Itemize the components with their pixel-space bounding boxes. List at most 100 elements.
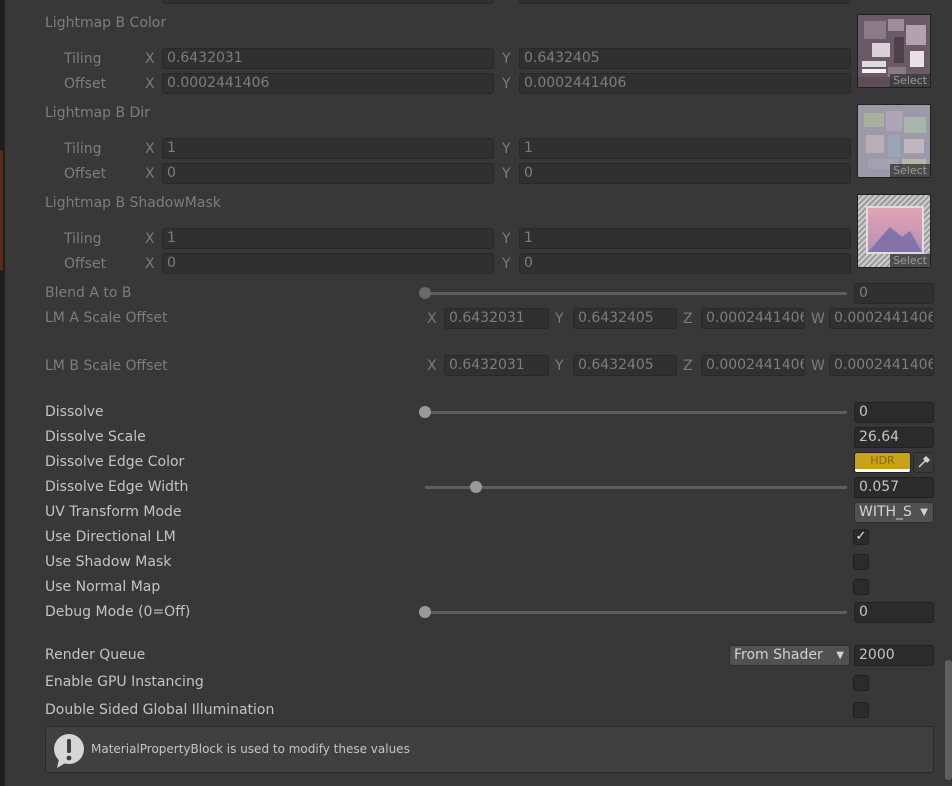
material-inspector: Lightmap B Color Tiling X 0.6432031 Y 0.… bbox=[5, 0, 952, 786]
lightmap-b-shadowmask-tiling-y[interactable]: 1 bbox=[519, 228, 851, 249]
help-text: MaterialPropertyBlock is used to modify … bbox=[91, 742, 410, 756]
lightmap-b-color-header: Lightmap B Color bbox=[45, 15, 167, 31]
lightmap-b-color-texture-slot[interactable]: Select bbox=[857, 14, 931, 88]
lightmap-b-color-offset-x[interactable]: 0.0002441406 bbox=[162, 73, 494, 94]
chevron-down-icon: ▼ bbox=[836, 650, 844, 661]
lightmap-b-shadowmask-texture-slot[interactable]: Select bbox=[857, 194, 931, 268]
lightmap-b-color-tiling-x[interactable]: 0.6432031 bbox=[162, 48, 494, 69]
axis-y-label: Y bbox=[502, 51, 511, 67]
lm-a-z-field[interactable]: 0.0002441406 bbox=[701, 308, 805, 329]
axis-z-label: Z bbox=[683, 358, 693, 374]
lm-b-y-field[interactable]: 0.6432405 bbox=[573, 355, 677, 376]
use-directional-lm-checkbox[interactable]: ✓ bbox=[853, 529, 869, 545]
lightmap-b-dir-header: Lightmap B Dir bbox=[45, 105, 150, 121]
offset-label: Offset bbox=[64, 256, 107, 272]
select-button[interactable]: Select bbox=[890, 74, 930, 87]
lightmap-b-shadowmask-header: Lightmap B ShadowMask bbox=[45, 195, 221, 211]
debug-mode-label: Debug Mode (0=Off) bbox=[45, 604, 191, 620]
vertical-scrollbar[interactable] bbox=[945, 660, 952, 780]
cut-off-field-y[interactable] bbox=[519, 0, 851, 4]
axis-y-label: Y bbox=[502, 256, 511, 272]
edge-width-slider-track[interactable] bbox=[425, 486, 847, 489]
dissolve-edge-color-swatch[interactable]: HDR bbox=[854, 452, 911, 473]
render-queue-value-field[interactable]: 2000 bbox=[854, 645, 934, 666]
debug-mode-slider-track[interactable] bbox=[425, 611, 847, 614]
dissolve-value-field[interactable]: 0 bbox=[854, 402, 934, 423]
axis-y-label: Y bbox=[555, 358, 564, 374]
enable-gpu-instancing-checkbox[interactable] bbox=[853, 675, 869, 691]
lightmap-b-dir-offset-x[interactable]: 0 bbox=[162, 163, 494, 184]
lm-a-scale-offset-label: LM A Scale Offset bbox=[45, 310, 168, 326]
axis-y-label: Y bbox=[502, 141, 511, 157]
render-queue-dropdown[interactable]: From Shader ▼ bbox=[729, 645, 850, 666]
axis-x-label: X bbox=[145, 76, 155, 92]
blend-slider-handle[interactable] bbox=[419, 287, 431, 299]
uv-transform-mode-dropdown[interactable]: WITH_S ▼ bbox=[854, 502, 934, 523]
tiling-label: Tiling bbox=[64, 231, 102, 247]
axis-x-label: X bbox=[427, 358, 437, 374]
dissolve-slider-handle[interactable] bbox=[419, 406, 431, 418]
dissolve-edge-width-label: Dissolve Edge Width bbox=[45, 479, 189, 495]
axis-x-label: X bbox=[145, 166, 155, 182]
lm-a-x-field[interactable]: 0.6432031 bbox=[444, 308, 549, 329]
render-queue-dropdown-value: From Shader bbox=[734, 647, 823, 663]
axis-y-label: Y bbox=[555, 311, 564, 327]
dissolve-scale-label: Dissolve Scale bbox=[45, 429, 146, 445]
axis-z-label: Z bbox=[683, 311, 693, 327]
lightmap-b-color-offset-y[interactable]: 0.0002441406 bbox=[519, 73, 851, 94]
use-directional-lm-label: Use Directional LM bbox=[45, 529, 176, 545]
warning-icon bbox=[53, 733, 87, 773]
blend-value-field[interactable]: 0 bbox=[854, 283, 934, 304]
lm-b-w-field[interactable]: 0.0002441406 bbox=[829, 355, 934, 376]
axis-x-label: X bbox=[145, 256, 155, 272]
dissolve-slider-track[interactable] bbox=[425, 411, 847, 414]
tiling-label: Tiling bbox=[64, 51, 102, 67]
lm-a-w-field[interactable]: 0.0002441406 bbox=[829, 308, 934, 329]
lightmap-b-color-tiling-y[interactable]: 0.6432405 bbox=[519, 48, 851, 69]
double-sided-gi-label: Double Sided Global Illumination bbox=[45, 702, 275, 718]
cut-off-field-x[interactable] bbox=[162, 0, 494, 4]
axis-w-label: W bbox=[811, 311, 825, 327]
use-shadow-mask-checkbox[interactable] bbox=[853, 554, 869, 570]
axis-y-label: Y bbox=[502, 76, 511, 92]
debug-mode-value-field[interactable]: 0 bbox=[854, 602, 934, 623]
hdr-label: HDR bbox=[870, 454, 895, 467]
lightmap-b-shadowmask-tiling-x[interactable]: 1 bbox=[162, 228, 494, 249]
uv-transform-mode-value: WITH_S bbox=[859, 504, 912, 520]
axis-x-label: X bbox=[145, 51, 155, 67]
use-shadow-mask-label: Use Shadow Mask bbox=[45, 554, 172, 570]
axis-w-label: W bbox=[811, 358, 825, 374]
uv-transform-mode-label: UV Transform Mode bbox=[45, 504, 182, 520]
blend-slider-track[interactable] bbox=[425, 292, 847, 295]
lightmap-b-dir-offset-y[interactable]: 0 bbox=[519, 163, 851, 184]
render-queue-label: Render Queue bbox=[45, 647, 146, 663]
select-button[interactable]: Select bbox=[890, 164, 930, 177]
lm-b-scale-offset-label: LM B Scale Offset bbox=[45, 358, 168, 374]
lightmap-b-dir-texture-slot[interactable]: Select bbox=[857, 104, 931, 178]
select-button[interactable]: Select bbox=[890, 254, 930, 267]
lightmap-b-dir-tiling-y[interactable]: 1 bbox=[519, 138, 851, 159]
lightmap-b-dir-tiling-x[interactable]: 1 bbox=[162, 138, 494, 159]
debug-mode-slider-handle[interactable] bbox=[419, 606, 431, 618]
double-sided-gi-checkbox[interactable] bbox=[853, 702, 869, 718]
axis-x-label: X bbox=[145, 141, 155, 157]
lm-b-z-field[interactable]: 0.0002441406 bbox=[701, 355, 805, 376]
lightmap-b-shadowmask-offset-y[interactable]: 0 bbox=[519, 253, 851, 274]
use-normal-map-label: Use Normal Map bbox=[45, 579, 161, 595]
info-help-box: MaterialPropertyBlock is used to modify … bbox=[45, 726, 934, 773]
dissolve-edge-color-label: Dissolve Edge Color bbox=[45, 454, 185, 470]
lm-b-x-field[interactable]: 0.6432031 bbox=[444, 355, 549, 376]
axis-x-label: X bbox=[145, 231, 155, 247]
offset-label: Offset bbox=[64, 76, 107, 92]
enable-gpu-instancing-label: Enable GPU Instancing bbox=[45, 674, 204, 690]
edge-width-value-field[interactable]: 0.057 bbox=[854, 477, 934, 498]
lightmap-b-shadowmask-offset-x[interactable]: 0 bbox=[162, 253, 494, 274]
dissolve-scale-field[interactable]: 26.64 bbox=[854, 427, 934, 448]
axis-x-label: X bbox=[427, 311, 437, 327]
use-normal-map-checkbox[interactable] bbox=[853, 579, 869, 595]
blend-a-to-b-label: Blend A to B bbox=[45, 285, 132, 301]
tiling-label: Tiling bbox=[64, 141, 102, 157]
lm-a-y-field[interactable]: 0.6432405 bbox=[573, 308, 677, 329]
eyedropper-icon[interactable] bbox=[913, 452, 934, 473]
edge-width-slider-handle[interactable] bbox=[469, 481, 482, 493]
